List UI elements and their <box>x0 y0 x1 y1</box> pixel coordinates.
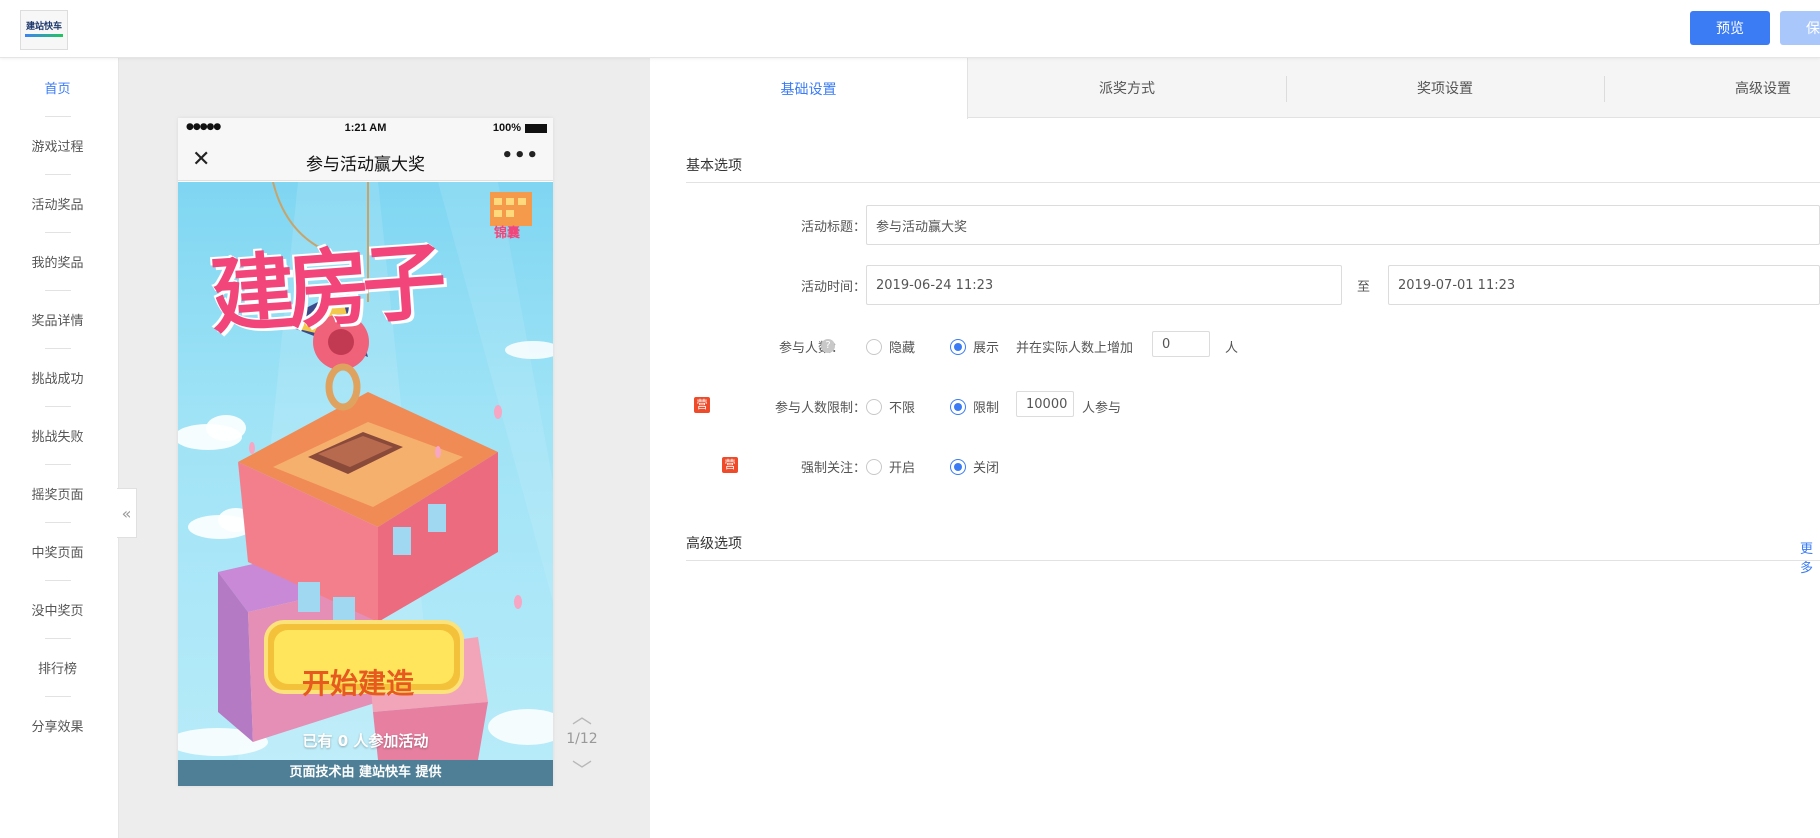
help-icon[interactable]: ? <box>821 339 835 353</box>
follow-off-radio[interactable] <box>950 459 966 475</box>
nav-item-home[interactable]: 首页 <box>0 58 115 116</box>
unlimited-label[interactable]: 不限 <box>889 397 915 416</box>
activity-title-label: 活动标题： <box>800 220 866 235</box>
to-label: 至 <box>1357 280 1371 295</box>
nav-item-share-effect[interactable]: 分享效果 <box>0 696 115 754</box>
limited-radio[interactable] <box>950 399 966 415</box>
activity-time-label: 活动时间： <box>800 280 866 295</box>
nav-item-my-prizes[interactable]: 我的奖品 <box>0 232 115 290</box>
tab-advanced-settings[interactable]: 高级设置 <box>1604 58 1820 118</box>
limit-count-input[interactable]: 10000 <box>1016 391 1074 417</box>
tab-prize-settings[interactable]: 奖项设置 <box>1286 58 1604 118</box>
person-unit-label: 人 <box>1225 341 1239 356</box>
participant-count: 已有 0 人参加活动 <box>302 732 429 750</box>
hide-count-label[interactable]: 隐藏 <box>889 337 915 356</box>
marketing-badge-icon: 营 <box>694 397 710 413</box>
nav-item-win-page[interactable]: 中奖页面 <box>0 522 115 580</box>
chevron-up-icon[interactable]: ︿ <box>560 700 604 728</box>
chevron-down-icon[interactable]: ﹀ <box>560 754 604 782</box>
nav-item-prize-details[interactable]: 奖品详情 <box>0 290 115 348</box>
force-follow-label: 强制关注： <box>800 461 866 476</box>
activity-title-input[interactable]: 参与活动赢大奖 <box>866 205 1820 245</box>
start-game-button[interactable]: 开始建造 <box>278 662 438 702</box>
participant-count-label: 参与人数： <box>778 341 844 356</box>
add-count-label: 并在实际人数上增加 <box>1016 341 1134 356</box>
limited-label[interactable]: 限制 <box>973 397 999 416</box>
battery-level: 100% <box>492 122 521 134</box>
poster-badge: 锦囊 <box>494 226 521 241</box>
nav-item-activity-prizes[interactable]: 活动奖品 <box>0 174 115 232</box>
phone-status-bar: ●●●●● 1:21 AM 100% <box>178 118 553 139</box>
follow-on-label[interactable]: 开启 <box>889 457 915 476</box>
logo[interactable]: 建站快车 <box>20 10 68 50</box>
collapse-sidebar-icon[interactable]: « <box>117 488 137 538</box>
game-poster[interactable]: 建房子 锦囊 开始建造 已有 0 人参加活动 投诉 <box>178 182 553 760</box>
poster-footer: 页面技术由 建站快车 提供 <box>178 760 553 786</box>
logo-text: 建站快车 <box>25 21 62 32</box>
follow-off-label[interactable]: 关闭 <box>973 457 999 476</box>
page-nav-sidebar: 首页 游戏过程 活动奖品 我的奖品 奖品详情 挑战成功 挑战失败 摇奖页面 中奖… <box>0 58 119 838</box>
phone-page-title: 参与活动赢大奖 <box>306 155 425 175</box>
basic-options-title: 基本选项 <box>686 158 742 174</box>
unlimited-radio[interactable] <box>866 399 882 415</box>
nav-item-no-win-page[interactable]: 没中奖页 <box>0 580 115 638</box>
section-divider <box>686 182 1820 183</box>
battery-icon <box>525 124 547 133</box>
phone-title-bar: ✕ 参与活动赢大奖 ••• <box>178 139 553 181</box>
more-options-link[interactable]: 更多 <box>1800 538 1820 576</box>
section-divider <box>686 560 1820 561</box>
nav-item-lottery-page[interactable]: 摇奖页面 <box>0 464 115 522</box>
start-time-input[interactable]: 2019-06-24 11:23 <box>866 265 1342 305</box>
limit-suffix-label: 人参与 <box>1082 401 1122 416</box>
nav-item-leaderboard[interactable]: 排行榜 <box>0 638 115 696</box>
tab-basic-settings[interactable]: 基础设置 <box>650 58 968 119</box>
phone-preview: ●●●●● 1:21 AM 100% ✕ 参与活动赢大奖 ••• 建房子 锦囊 … <box>178 118 553 786</box>
logo-stripe <box>25 33 63 37</box>
hide-count-radio[interactable] <box>866 339 882 355</box>
save-button[interactable]: 保 <box>1780 11 1820 45</box>
show-count-label[interactable]: 展示 <box>973 337 999 356</box>
settings-panel: 基础设置 派奖方式 奖项设置 高级设置 基本选项 活动标题： 参与活动赢大奖 活… <box>650 58 1820 838</box>
preview-button[interactable]: 预览 <box>1690 11 1770 45</box>
follow-on-radio[interactable] <box>866 459 882 475</box>
top-bar: 建站快车 预览 保 <box>0 0 1820 58</box>
page-number: 1/12 <box>566 731 598 747</box>
advanced-options-title: 高级选项 <box>686 536 742 552</box>
more-icon[interactable]: ••• <box>501 145 539 166</box>
marketing-badge-icon: 营 <box>722 457 738 473</box>
page-pager: ︿ 1/12 ﹀ <box>560 700 604 782</box>
nav-item-challenge-fail[interactable]: 挑战失败 <box>0 406 115 464</box>
add-count-input[interactable]: 0 <box>1152 331 1210 357</box>
nav-item-game-process[interactable]: 游戏过程 <box>0 116 115 174</box>
tab-award-method[interactable]: 派奖方式 <box>968 58 1286 118</box>
participant-limit-label: 参与人数限制： <box>774 401 866 416</box>
show-count-radio[interactable] <box>950 339 966 355</box>
end-time-input[interactable]: 2019-07-01 11:23 <box>1388 265 1820 305</box>
settings-tabs: 基础设置 派奖方式 奖项设置 高级设置 <box>650 58 1820 119</box>
nav-item-challenge-success[interactable]: 挑战成功 <box>0 348 115 406</box>
poster-title: 建房子 <box>207 232 442 346</box>
